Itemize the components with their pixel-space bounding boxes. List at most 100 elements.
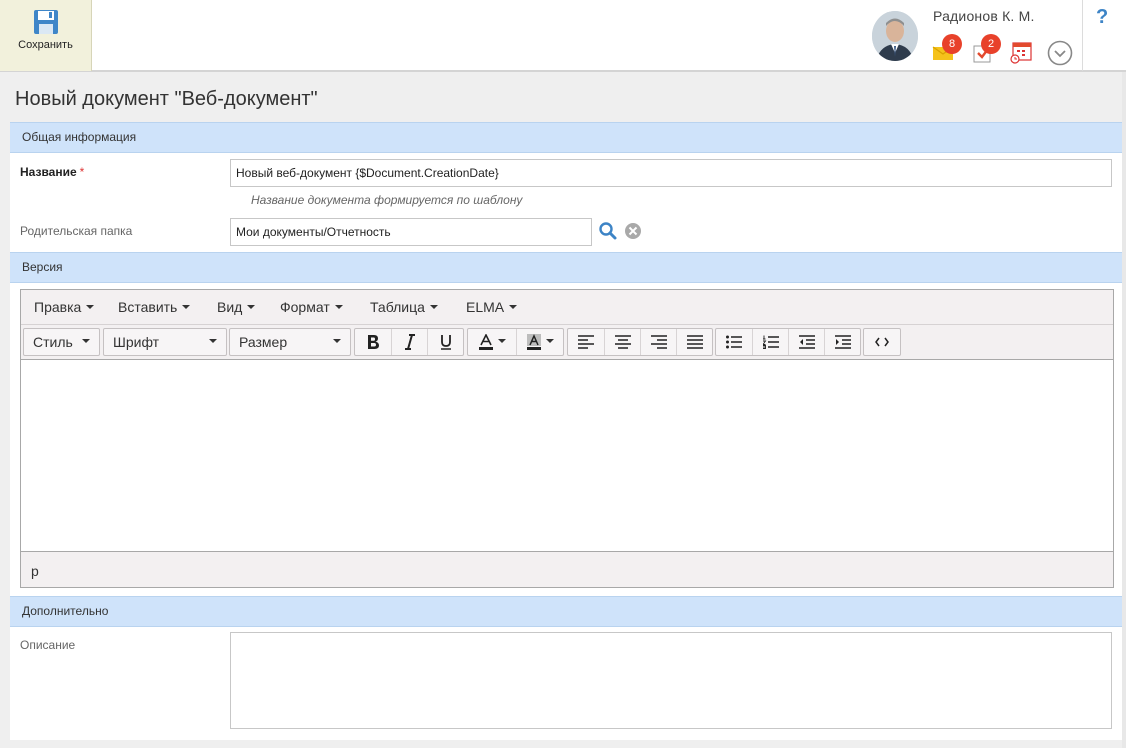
numbered-list-button[interactable] [752, 329, 788, 355]
underline-button[interactable] [427, 329, 463, 355]
section-additional-header[interactable]: Дополнительно [10, 596, 1122, 627]
search-icon[interactable] [598, 221, 618, 241]
name-input[interactable]: Новый веб-документ {$Document.CreationDa… [230, 159, 1112, 187]
menu-view-label: Вид [217, 299, 243, 315]
clear-icon[interactable] [624, 222, 642, 240]
code-group [863, 328, 901, 356]
page-scrollbar[interactable] [1122, 72, 1126, 748]
caret-down-icon [334, 305, 343, 310]
required-marker: * [79, 165, 85, 179]
description-textarea[interactable] [230, 632, 1112, 729]
editor-content-area[interactable] [21, 360, 1113, 552]
size-group: Размер [229, 328, 351, 356]
align-left-icon [578, 335, 594, 349]
align-center-button[interactable] [604, 329, 640, 355]
help-button[interactable]: ? [1096, 6, 1108, 29]
user-photo-icon [872, 11, 918, 61]
save-button[interactable]: Сохранить [0, 0, 92, 71]
parent-folder-input[interactable]: Мои документы/Отчетность [230, 218, 592, 246]
name-hint: Название документа формируется по шаблон… [251, 193, 523, 207]
caret-down-icon [509, 305, 518, 310]
menu-format[interactable]: Формат [280, 299, 343, 315]
description-label: Описание [20, 638, 76, 652]
editor-status-path[interactable]: p [31, 563, 39, 579]
bold-button[interactable] [355, 329, 391, 355]
align-group [567, 328, 713, 356]
list-group [715, 328, 861, 356]
tasks-count-badge: 2 [981, 34, 1001, 54]
align-right-button[interactable] [640, 329, 676, 355]
outdent-icon [798, 335, 815, 349]
background-color-button[interactable] [516, 329, 563, 355]
section-general-header[interactable]: Общая информация [10, 122, 1122, 153]
text-style-group [354, 328, 464, 356]
save-button-label: Сохранить [18, 39, 73, 51]
menu-edit-label: Правка [34, 299, 82, 315]
italic-icon [404, 334, 415, 350]
menu-insert[interactable]: Вставить [118, 299, 191, 315]
user-avatar[interactable] [872, 11, 918, 61]
topbar-divider [1082, 0, 1083, 71]
menu-edit[interactable]: Правка [34, 299, 95, 315]
parent-folder-label: Родительская папка [20, 224, 133, 238]
italic-button[interactable] [391, 329, 427, 355]
indent-icon [834, 335, 851, 349]
floppy-disk-icon [33, 10, 58, 34]
section-version-header[interactable]: Версия [10, 252, 1122, 283]
bullet-list-icon [726, 335, 742, 349]
menu-format-label: Формат [280, 299, 330, 315]
underline-icon [440, 335, 451, 350]
style-select[interactable]: Стиль [24, 329, 99, 355]
user-name[interactable]: Радионов К. М. [933, 8, 1035, 24]
align-justify-icon [686, 335, 703, 349]
calendar-button[interactable] [1009, 40, 1033, 64]
caret-down-icon [333, 339, 341, 343]
align-justify-button[interactable] [676, 329, 712, 355]
caret-down-icon [497, 339, 506, 343]
user-menu-toggle[interactable] [1047, 40, 1073, 66]
color-group [467, 328, 564, 356]
bold-icon [368, 335, 379, 349]
mail-count-badge: 8 [942, 34, 962, 54]
size-select[interactable]: Размер [230, 329, 350, 355]
caret-down-icon [209, 339, 217, 343]
top-bar: Сохранить Радионов К. М. 8 2 ? [0, 0, 1126, 72]
source-code-button[interactable] [864, 329, 900, 355]
menu-elma-label: ELMA [466, 299, 505, 315]
rich-text-editor: Правка Вставить Вид Формат Таблица ELMA … [20, 289, 1114, 588]
style-select-label: Стиль [33, 334, 73, 350]
font-select[interactable]: Шрифт [104, 329, 226, 355]
caret-down-icon [545, 339, 554, 343]
align-right-icon [650, 335, 667, 349]
caret-down-icon [429, 305, 438, 310]
menu-insert-label: Вставить [118, 299, 178, 315]
caret-down-icon [247, 305, 256, 310]
caret-down-icon [82, 339, 90, 343]
size-select-label: Размер [239, 334, 288, 350]
menu-table[interactable]: Таблица [370, 299, 438, 315]
calendar-icon [1010, 42, 1032, 64]
editor-menubar: Правка Вставить Вид Формат Таблица ELMA [21, 290, 1113, 325]
editor-toolbar: Стиль Шрифт Размер [21, 325, 1113, 360]
caret-down-icon [182, 305, 191, 310]
font-group: Шрифт [103, 328, 227, 356]
menu-view[interactable]: Вид [217, 299, 256, 315]
text-color-button[interactable] [468, 329, 516, 355]
menu-table-label: Таблица [370, 299, 425, 315]
bullet-list-button[interactable] [716, 329, 752, 355]
caret-down-icon [86, 305, 95, 310]
name-label: Название * [20, 165, 84, 179]
font-select-label: Шрифт [113, 334, 160, 350]
name-label-text: Название [20, 165, 77, 179]
outdent-button[interactable] [788, 329, 824, 355]
text-color-icon [478, 334, 493, 350]
indent-button[interactable] [824, 329, 860, 355]
numbered-list-icon [762, 335, 779, 349]
align-left-button[interactable] [568, 329, 604, 355]
style-group: Стиль [23, 328, 100, 356]
background-color-icon [526, 334, 541, 350]
page-title: Новый документ "Веб-документ" [15, 88, 318, 110]
chevron-down-circle-icon [1047, 40, 1073, 66]
menu-elma[interactable]: ELMA [466, 299, 518, 315]
align-center-icon [614, 335, 631, 349]
